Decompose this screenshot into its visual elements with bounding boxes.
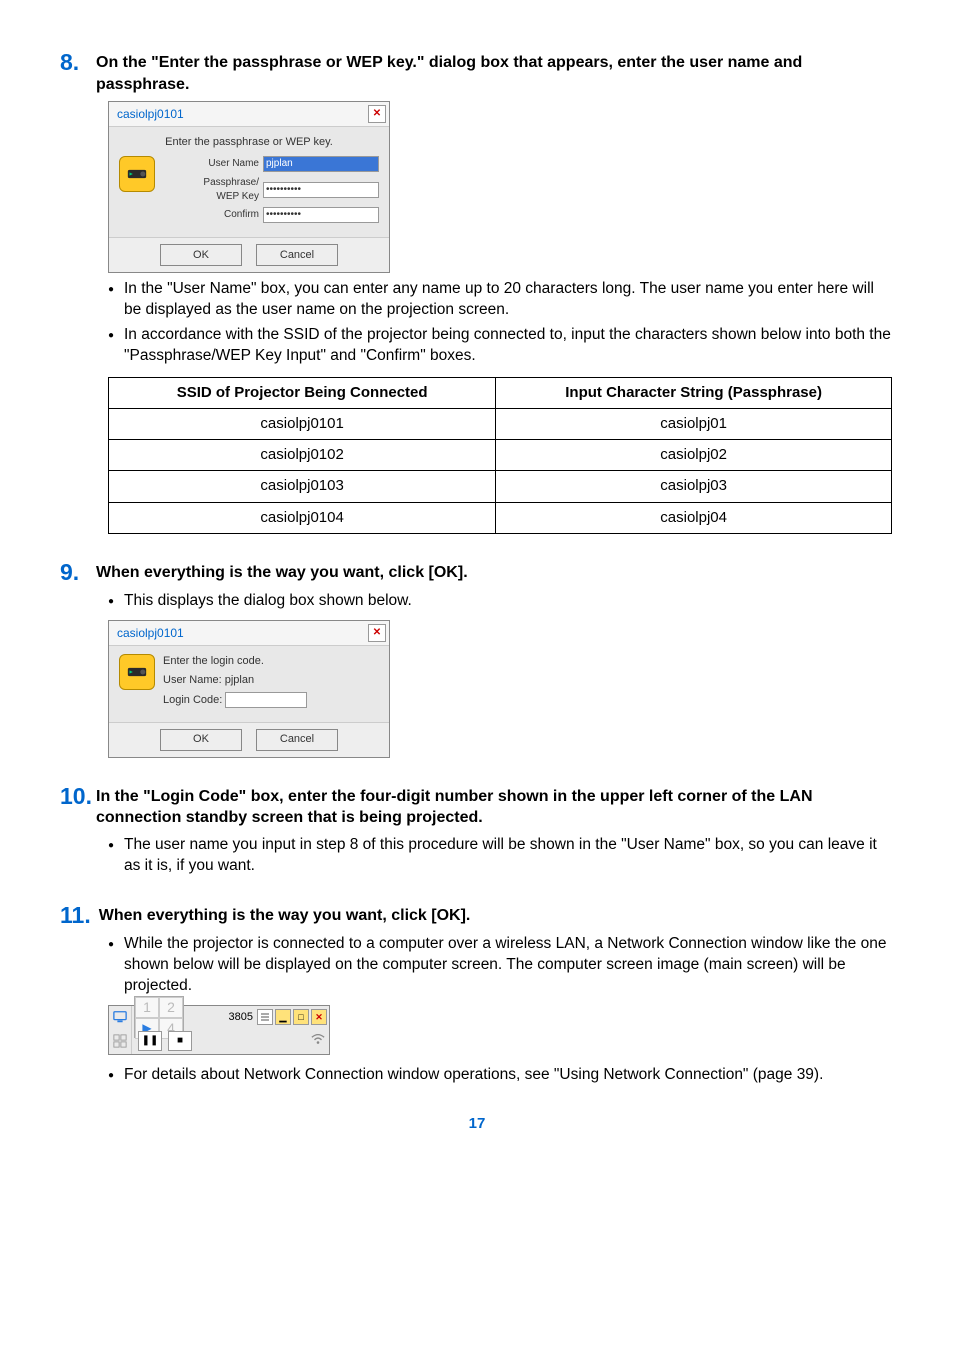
note-item: While the projector is connected to a co… bbox=[108, 934, 894, 997]
step-11: 11. When everything is the way you want,… bbox=[60, 903, 894, 1086]
step-number: 8. bbox=[60, 50, 88, 75]
user-name-value: pjplan bbox=[225, 674, 254, 686]
cell-ssid: casiolpj0101 bbox=[109, 408, 496, 439]
cell-ssid: casiolpj0103 bbox=[109, 471, 496, 502]
list-icon[interactable] bbox=[257, 1009, 273, 1025]
confirm-input[interactable]: •••••••••• bbox=[263, 207, 379, 223]
note-item: This displays the dialog box shown below… bbox=[108, 591, 894, 612]
login-dialog: casiolpj0101 ✕ Enter the login code. Use… bbox=[108, 620, 390, 758]
network-connection-window: 1 2 ▶ 4 3805 ▁ □ ✕ ❚❚ ■ bbox=[108, 1005, 330, 1055]
step-10: 10. In the "Login Code" box, enter the f… bbox=[60, 784, 894, 877]
user-name-label: User Name: bbox=[163, 674, 222, 686]
step-header: 8. On the "Enter the passphrase or WEP k… bbox=[60, 50, 894, 95]
ok-button[interactable]: OK bbox=[160, 729, 242, 751]
passphrase-input[interactable]: •••••••••• bbox=[263, 182, 379, 198]
login-code-label: Login Code: bbox=[163, 694, 222, 706]
step-title: In the "Login Code" box, enter the four-… bbox=[96, 784, 894, 829]
user-name-label: User Name bbox=[208, 157, 259, 171]
monitor-icon bbox=[109, 1006, 132, 1028]
step-header: 9. When everything is the way you want, … bbox=[60, 560, 894, 585]
pause-button[interactable]: ❚❚ bbox=[138, 1031, 162, 1051]
cancel-button[interactable]: Cancel bbox=[256, 244, 338, 266]
ok-button[interactable]: OK bbox=[160, 244, 242, 266]
table-head-ssid: SSID of Projector Being Connected bbox=[109, 377, 496, 408]
cancel-button[interactable]: Cancel bbox=[256, 729, 338, 751]
projector-icon bbox=[119, 156, 155, 192]
step11-notes-a: While the projector is connected to a co… bbox=[108, 934, 894, 997]
step8-notes: In the "User Name" box, you can enter an… bbox=[108, 279, 894, 367]
step-header: 11. When everything is the way you want,… bbox=[60, 903, 894, 928]
table-row: casiolpj0104casiolpj04 bbox=[109, 502, 892, 533]
step-number: 10. bbox=[60, 784, 88, 809]
step-title: When everything is the way you want, cli… bbox=[96, 560, 468, 584]
dialog-prompt: Enter the passphrase or WEP key. bbox=[119, 135, 379, 150]
passphrase-label: Passphrase/WEP Key bbox=[203, 176, 259, 203]
close-icon[interactable]: ✕ bbox=[368, 624, 386, 642]
quad-1[interactable]: 1 bbox=[135, 997, 159, 1018]
quad-2[interactable]: 2 bbox=[159, 997, 183, 1018]
step-title: When everything is the way you want, cli… bbox=[99, 903, 471, 927]
note-item: In the "User Name" box, you can enter an… bbox=[108, 279, 894, 321]
login-code-input[interactable] bbox=[225, 692, 307, 708]
cell-pass: casiolpj03 bbox=[496, 471, 892, 502]
ssid-table: SSID of Projector Being Connected Input … bbox=[108, 377, 892, 534]
user-name-input[interactable]: pjplan bbox=[263, 156, 379, 172]
login-prompt: Enter the login code. bbox=[163, 654, 379, 669]
step9-notes: This displays the dialog box shown below… bbox=[108, 591, 894, 612]
stop-button[interactable]: ■ bbox=[168, 1031, 192, 1051]
wifi-icon bbox=[311, 1033, 325, 1049]
table-row: casiolpj0101casiolpj01 bbox=[109, 408, 892, 439]
step-header: 10. In the "Login Code" box, enter the f… bbox=[60, 784, 894, 829]
note-item: For details about Network Connection win… bbox=[108, 1065, 894, 1086]
cell-pass: casiolpj02 bbox=[496, 440, 892, 471]
maximize-icon[interactable]: □ bbox=[293, 1009, 309, 1025]
step-title: On the "Enter the passphrase or WEP key.… bbox=[96, 50, 894, 95]
step-number: 9. bbox=[60, 560, 88, 585]
table-head-pass: Input Character String (Passphrase) bbox=[496, 377, 892, 408]
minimize-icon[interactable]: ▁ bbox=[275, 1009, 291, 1025]
close-icon[interactable]: ✕ bbox=[311, 1009, 327, 1025]
grid-icon bbox=[109, 1028, 132, 1054]
dialog-title-text: casiolpj0101 bbox=[117, 625, 184, 641]
dialog-title-text: casiolpj0101 bbox=[117, 106, 184, 122]
passphrase-dialog: casiolpj0101 ✕ Enter the passphrase or W… bbox=[108, 101, 390, 273]
dialog-titlebar: casiolpj0101 ✕ bbox=[109, 102, 389, 127]
close-icon[interactable]: ✕ bbox=[368, 105, 386, 123]
note-item: The user name you input in step 8 of thi… bbox=[108, 835, 894, 877]
cell-ssid: casiolpj0104 bbox=[109, 502, 496, 533]
note-item: In accordance with the SSID of the proje… bbox=[108, 325, 894, 367]
projector-icon bbox=[119, 654, 155, 690]
cell-ssid: casiolpj0102 bbox=[109, 440, 496, 471]
session-code: 3805 bbox=[229, 1010, 253, 1025]
step-8: 8. On the "Enter the passphrase or WEP k… bbox=[60, 50, 894, 534]
dialog-titlebar: casiolpj0101 ✕ bbox=[109, 621, 389, 646]
step11-notes-b: For details about Network Connection win… bbox=[108, 1065, 894, 1086]
cell-pass: casiolpj01 bbox=[496, 408, 892, 439]
step-9: 9. When everything is the way you want, … bbox=[60, 560, 894, 758]
confirm-label: Confirm bbox=[224, 208, 259, 222]
table-row: casiolpj0102casiolpj02 bbox=[109, 440, 892, 471]
step-number: 11. bbox=[60, 903, 91, 928]
cell-pass: casiolpj04 bbox=[496, 502, 892, 533]
page-number: 17 bbox=[60, 1114, 894, 1134]
table-row: casiolpj0103casiolpj03 bbox=[109, 471, 892, 502]
step10-notes: The user name you input in step 8 of thi… bbox=[108, 835, 894, 877]
